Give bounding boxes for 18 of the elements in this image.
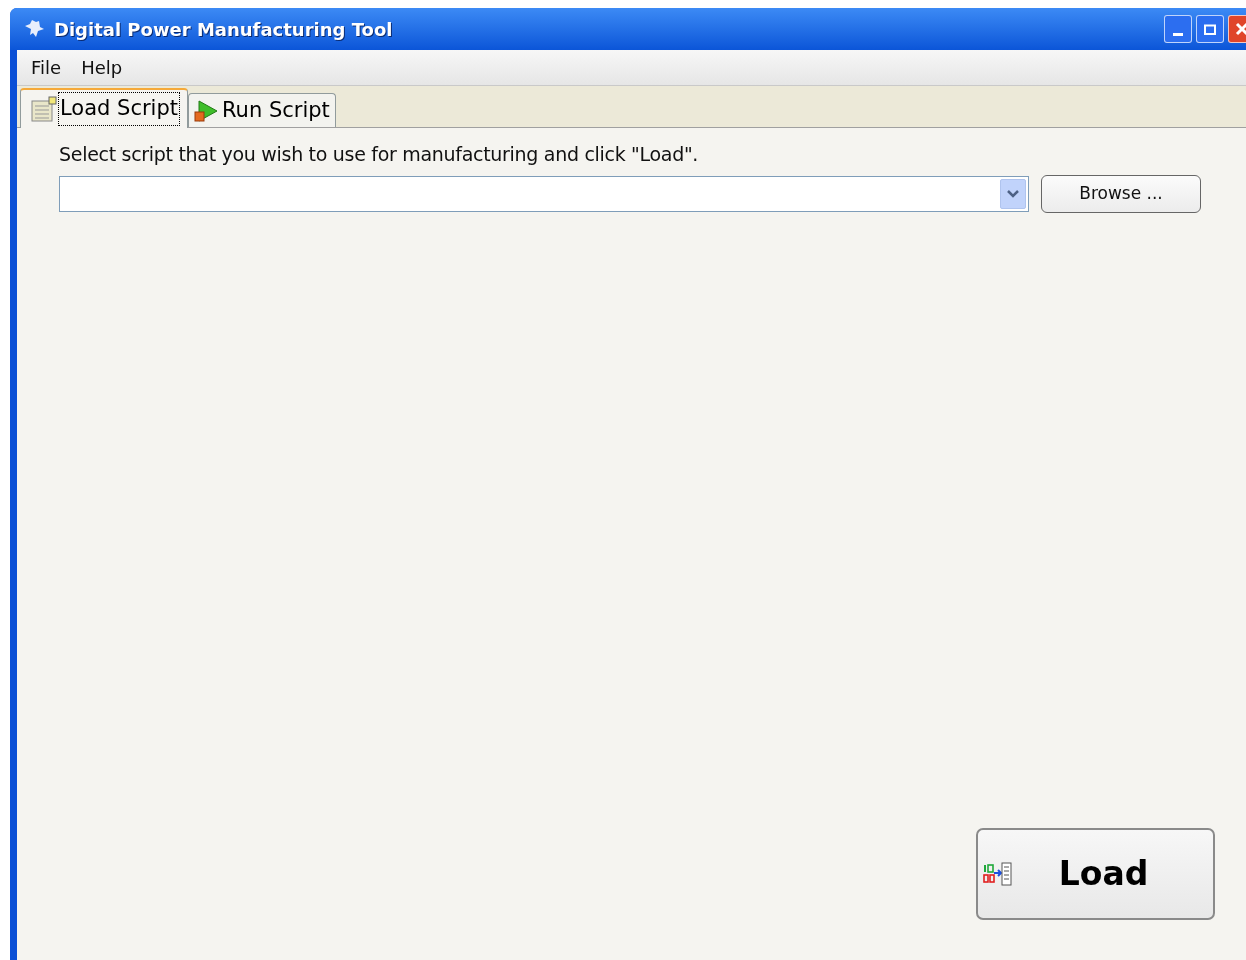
menu-item[interactable]: Help	[71, 54, 133, 81]
import-list-icon	[982, 861, 1014, 887]
minimize-button[interactable]	[1164, 15, 1192, 43]
load-button[interactable]: Load	[976, 828, 1215, 920]
close-icon	[1235, 22, 1246, 36]
maximize-icon	[1204, 23, 1216, 35]
chevron-down-icon	[1007, 189, 1019, 198]
table-document-icon	[29, 95, 57, 123]
menu-item[interactable]: File	[21, 54, 72, 81]
window-title: Digital Power Manufacturing Tool	[54, 17, 393, 42]
tab[interactable]: Load Script	[20, 88, 188, 128]
browse-button[interactable]: Browse ...	[1041, 174, 1201, 213]
play-icon	[192, 98, 219, 123]
minimize-icon	[1173, 33, 1183, 36]
script-dropdown[interactable]	[59, 175, 1029, 212]
tab[interactable]: Run Script	[187, 93, 336, 127]
maximize-button[interactable]	[1196, 15, 1224, 43]
instruction-text: Select script that you wish to use for manufacturing and click "Load".	[59, 142, 700, 167]
